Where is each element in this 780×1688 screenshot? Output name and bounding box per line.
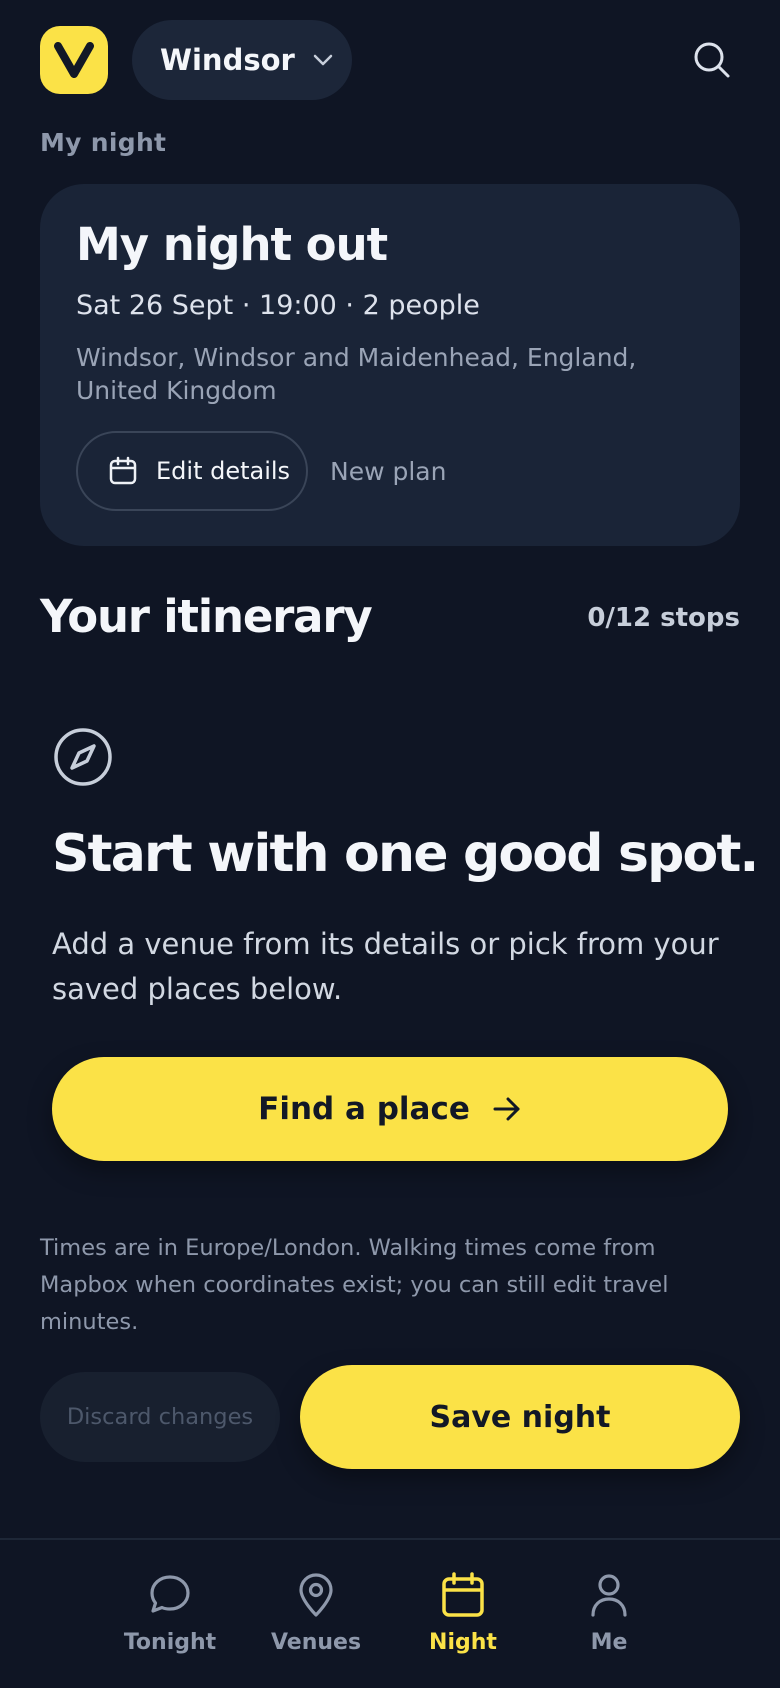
bottom-nav: Tonight Venues Night Me <box>0 1538 780 1688</box>
edit-details-label: Edit details <box>156 457 291 485</box>
chat-bubble-icon <box>147 1572 193 1618</box>
itinerary-title: Your itinerary <box>40 590 373 643</box>
nav-venues-label: Venues <box>270 1630 362 1655</box>
empty-state-subtitle: Add a venue from its details or pick fro… <box>52 927 719 1006</box>
calendar-icon <box>108 456 138 486</box>
itinerary-count: 0/12 stops <box>587 603 740 633</box>
chevron-down-icon <box>313 54 333 66</box>
section-label: My night <box>40 128 167 157</box>
city-label: Windsor <box>160 43 295 77</box>
night-card: My night out Sat 26 Sept · 19:00 · 2 peo… <box>40 184 740 546</box>
empty-state-title: Start with one good spot. <box>52 824 759 884</box>
timezone-note: Times are in Europe/London. Walking time… <box>40 1235 669 1335</box>
user-icon <box>586 1572 632 1618</box>
search-icon <box>694 42 730 78</box>
map-pin-icon <box>293 1572 339 1618</box>
night-meta: Sat 26 Sept · 19:00 · 2 people <box>76 289 480 321</box>
nav-me-label: Me <box>590 1630 628 1655</box>
calendar-icon <box>440 1572 486 1618</box>
edit-details-button[interactable]: Edit details <box>76 431 308 511</box>
search-button[interactable] <box>684 32 740 88</box>
night-location: Windsor, Windsor and Maidenhead, England… <box>76 342 637 406</box>
nav-tonight[interactable]: Tonight <box>110 1572 230 1655</box>
find-place-label: Find a place <box>258 1091 470 1127</box>
save-night-button[interactable]: Save night <box>300 1365 740 1469</box>
nav-night-label: Night <box>429 1630 497 1655</box>
find-place-button[interactable]: Find a place <box>52 1057 728 1161</box>
compass-icon <box>54 728 112 786</box>
city-selector[interactable]: Windsor <box>132 20 352 100</box>
app-page: Windsor My night My night out Sat 26 Sep… <box>0 0 780 1688</box>
night-title: My night out <box>76 218 388 271</box>
discard-changes-button[interactable]: Discard changes <box>40 1372 280 1462</box>
header: Windsor <box>40 20 740 100</box>
new-plan-link[interactable]: New plan <box>330 457 446 486</box>
nav-tonight-label: Tonight <box>123 1630 217 1655</box>
arrow-right-icon <box>492 1096 522 1122</box>
app-logo[interactable] <box>40 26 108 94</box>
card-actions: Edit details New plan <box>76 431 446 511</box>
logo-v-icon <box>54 42 94 78</box>
nav-me[interactable]: Me <box>549 1572 669 1655</box>
nav-venues[interactable]: Venues <box>256 1572 376 1655</box>
nav-night[interactable]: Night <box>403 1572 523 1655</box>
